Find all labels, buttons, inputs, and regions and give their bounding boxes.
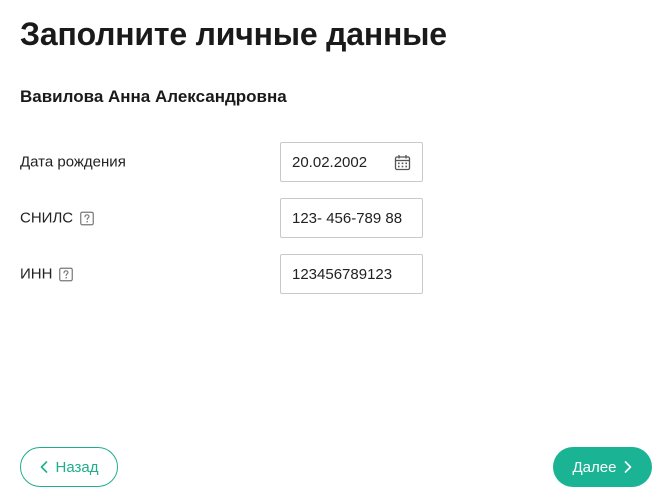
chevron-left-icon: [40, 461, 48, 473]
birth-date-label: Дата рождения: [20, 154, 126, 171]
page-title: Заполните личные данные: [20, 16, 447, 52]
snils-help-icon[interactable]: [80, 211, 94, 225]
inn-field[interactable]: [280, 254, 423, 294]
inn-row: ИНН: [20, 254, 423, 294]
birth-date-label-text: Дата рождения: [20, 153, 126, 171]
back-button-label: Назад: [55, 458, 99, 476]
snils-row: СНИЛС: [20, 198, 423, 238]
chevron-right-icon: [624, 461, 632, 473]
person-full-name: Вавилова Анна Александровна: [20, 87, 287, 106]
inn-label: ИНН: [20, 265, 74, 283]
next-button-label: Далее: [572, 458, 617, 476]
inn-help-icon[interactable]: [59, 267, 74, 281]
birth-date-row: Дата рождения: [20, 142, 423, 182]
snils-label-text: СНИЛС: [20, 209, 74, 227]
next-button[interactable]: Далее: [553, 447, 652, 487]
snils-label: СНИЛС: [20, 210, 94, 227]
birth-date-picker[interactable]: [280, 142, 423, 182]
calendar-icon[interactable]: [394, 154, 411, 171]
inn-label-text: ИНН: [20, 265, 53, 283]
back-button[interactable]: Назад: [20, 447, 118, 487]
snils-field[interactable]: [280, 198, 423, 238]
